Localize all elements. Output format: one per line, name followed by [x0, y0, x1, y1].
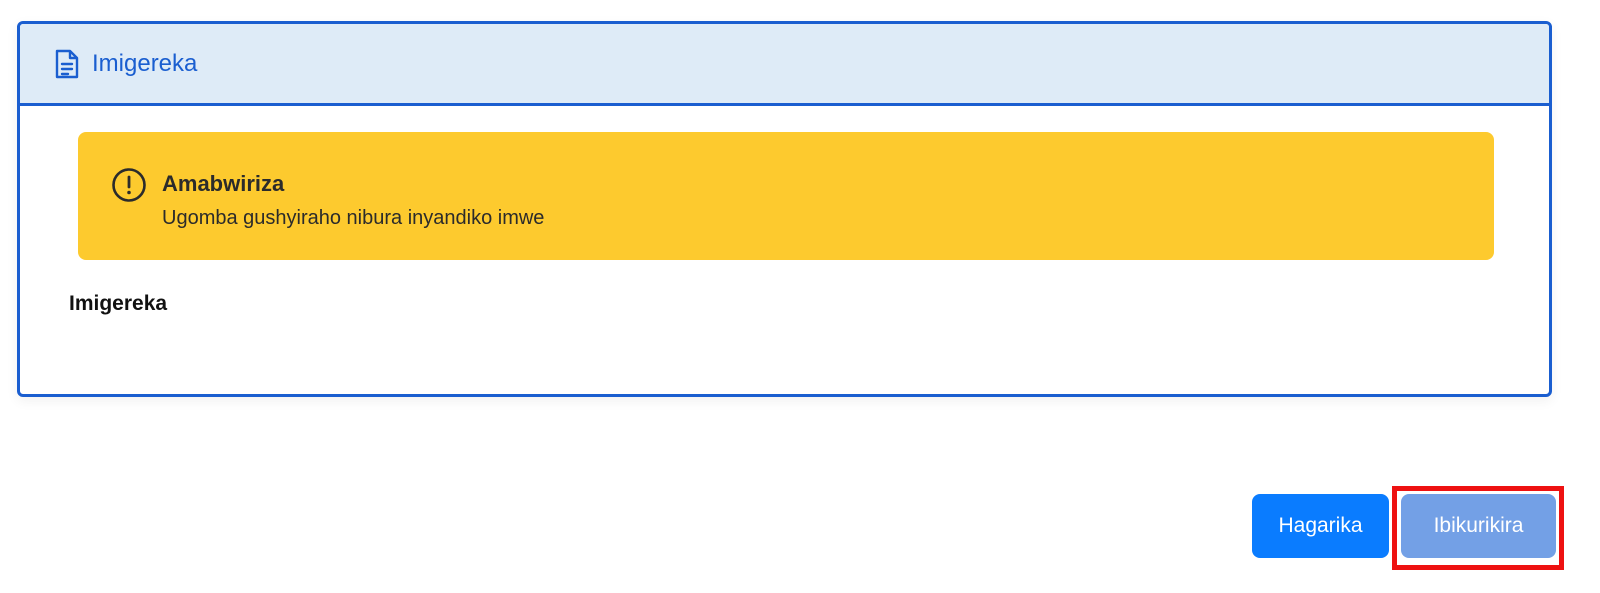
- attachments-section-label: Imigereka: [69, 292, 168, 315]
- attachments-card: Imigereka Amabwiriza Ugomba gushyiraho n…: [17, 21, 1552, 397]
- document-icon: [54, 49, 80, 79]
- exclamation-circle-icon: [111, 167, 147, 203]
- cancel-button[interactable]: Hagarika: [1252, 494, 1389, 558]
- alert-message: Ugomba gushyiraho nibura inyandiko imwe: [162, 207, 545, 229]
- card-title: Imigereka: [92, 49, 198, 77]
- instructions-alert: Amabwiriza Ugomba gushyiraho nibura inya…: [78, 132, 1494, 260]
- next-button[interactable]: Ibikurikira: [1401, 494, 1556, 558]
- card-header: Imigereka: [20, 24, 1549, 106]
- alert-title: Amabwiriza: [162, 171, 285, 196]
